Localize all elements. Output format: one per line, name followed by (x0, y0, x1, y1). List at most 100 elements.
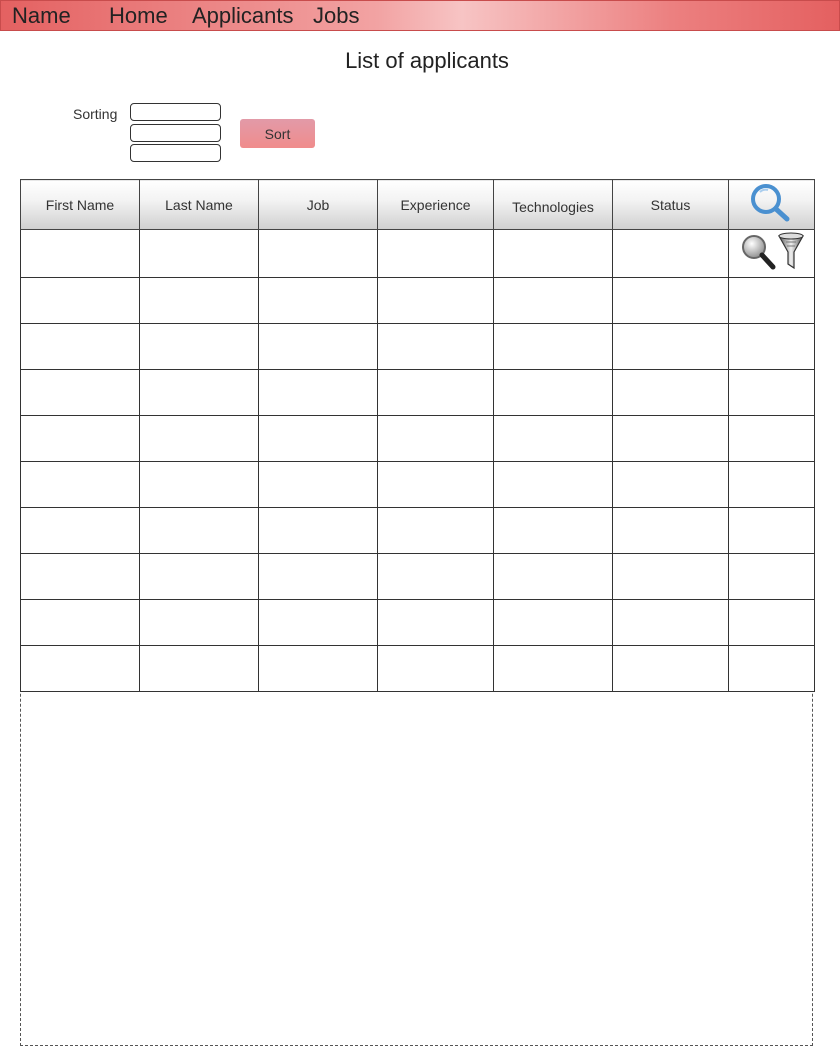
table-cell-technologies (493, 229, 613, 278)
table-cell-job (258, 369, 378, 416)
top-navigation-bar: Name Home Applicants Jobs (0, 0, 840, 31)
table-cell-experience (377, 599, 494, 646)
table-cell-experience (377, 461, 494, 508)
sort-button[interactable]: Sort (240, 119, 315, 148)
table-cell-first-name (20, 369, 140, 416)
table-cell-actions (728, 553, 815, 600)
table-cell-status (612, 645, 729, 692)
table-row[interactable] (20, 415, 815, 462)
table-cell-last-name (139, 599, 259, 646)
table-cell-first-name (20, 415, 140, 462)
sorting-label: Sorting (73, 106, 118, 122)
column-header-first-name[interactable]: First Name (20, 179, 140, 230)
table-cell-last-name (139, 507, 259, 554)
table-cell-technologies (493, 507, 613, 554)
table-cell-first-name (20, 323, 140, 370)
column-header-experience[interactable]: Experience (377, 179, 494, 230)
table-cell-status (612, 369, 729, 416)
table-cell-first-name (20, 553, 140, 600)
table-cell-last-name (139, 461, 259, 508)
table-row[interactable] (20, 599, 815, 646)
table-cell-first-name (20, 461, 140, 508)
table-cell-status (612, 323, 729, 370)
column-header-search (728, 179, 815, 230)
table-row[interactable] (20, 323, 815, 370)
table-cell-last-name (139, 369, 259, 416)
page-title: List of applicants (345, 48, 509, 73)
table-cell-last-name (139, 553, 259, 600)
search-icon[interactable] (747, 182, 797, 224)
table-cell-job (258, 553, 378, 600)
table-cell-last-name (139, 415, 259, 462)
table-cell-first-name (20, 229, 140, 278)
table-cell-experience (377, 507, 494, 554)
table-cell-actions (728, 323, 815, 370)
table-row[interactable] (20, 229, 815, 278)
column-header-last-name[interactable]: Last Name (139, 179, 259, 230)
table-cell-experience (377, 277, 494, 324)
nav-link-home[interactable]: Home (109, 3, 168, 29)
table-cell-actions (728, 507, 815, 554)
sort-field-3[interactable] (130, 144, 221, 162)
table-cell-technologies (493, 645, 613, 692)
table-cell-actions (728, 645, 815, 692)
table-cell-actions (728, 229, 815, 278)
table-cell-experience (377, 369, 494, 416)
table-cell-experience (377, 415, 494, 462)
table-cell-actions (728, 461, 815, 508)
table-cell-job (258, 461, 378, 508)
table-cell-technologies (493, 599, 613, 646)
table-cell-technologies (493, 461, 613, 508)
table-row[interactable] (20, 553, 815, 600)
table-cell-last-name (139, 277, 259, 324)
table-cell-actions (728, 599, 815, 646)
table-cell-experience (377, 645, 494, 692)
nav-brand[interactable]: Name (12, 3, 71, 29)
applicants-table: First Name Last Name Job Experience Tech… (20, 179, 815, 692)
table-cell-technologies (493, 277, 613, 324)
magnifier-icon[interactable] (739, 232, 777, 272)
table-cell-technologies (493, 553, 613, 600)
table-cell-status (612, 229, 729, 278)
table-cell-status (612, 415, 729, 462)
table-cell-last-name (139, 229, 259, 278)
table-cell-first-name (20, 277, 140, 324)
table-cell-job (258, 599, 378, 646)
table-cell-status (612, 507, 729, 554)
filter-icon[interactable] (777, 230, 805, 272)
table-cell-technologies (493, 323, 613, 370)
table-cell-experience (377, 229, 494, 278)
table-row[interactable] (20, 369, 815, 416)
table-header-row: First Name Last Name Job Experience Tech… (20, 179, 815, 230)
column-header-status[interactable]: Status (612, 179, 729, 230)
table-cell-job (258, 415, 378, 462)
table-cell-technologies (493, 415, 613, 462)
table-cell-actions (728, 415, 815, 462)
table-cell-experience (377, 323, 494, 370)
column-header-technologies[interactable]: Technologies (493, 179, 613, 230)
nav-link-applicants[interactable]: Applicants (192, 3, 294, 29)
table-row[interactable] (20, 277, 815, 324)
table-cell-job (258, 323, 378, 370)
nav-link-jobs[interactable]: Jobs (313, 3, 359, 29)
table-cell-last-name (139, 645, 259, 692)
table-cell-status (612, 277, 729, 324)
table-row[interactable] (20, 507, 815, 554)
table-cell-experience (377, 553, 494, 600)
table-row[interactable] (20, 645, 815, 692)
table-cell-job (258, 645, 378, 692)
table-cell-actions (728, 277, 815, 324)
table-cell-status (612, 461, 729, 508)
table-cell-status (612, 599, 729, 646)
table-cell-first-name (20, 645, 140, 692)
table-cell-first-name (20, 599, 140, 646)
table-cell-last-name (139, 323, 259, 370)
sort-field-2[interactable] (130, 124, 221, 142)
sort-field-1[interactable] (130, 103, 221, 121)
table-row[interactable] (20, 461, 815, 508)
column-header-job[interactable]: Job (258, 179, 378, 230)
table-cell-job (258, 277, 378, 324)
table-cell-job (258, 507, 378, 554)
table-cell-actions (728, 369, 815, 416)
table-cell-technologies (493, 369, 613, 416)
